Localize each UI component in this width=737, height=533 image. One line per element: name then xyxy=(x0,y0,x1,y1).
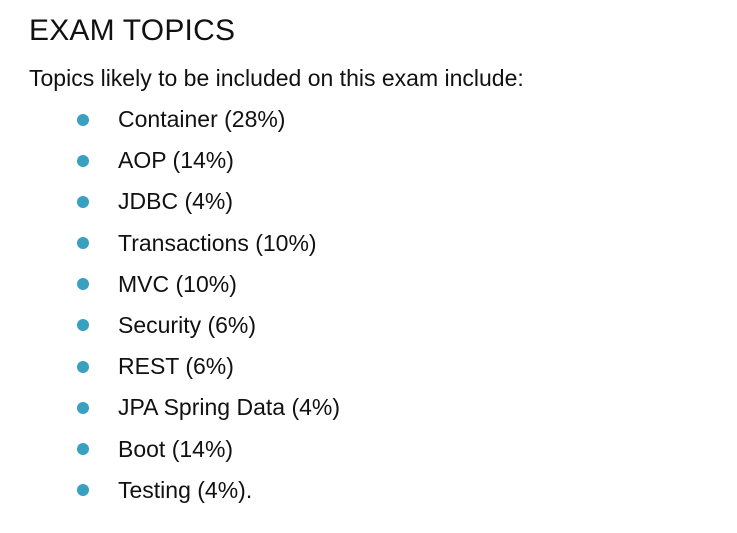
topic-label: JPA Spring Data (4%) xyxy=(118,394,341,421)
bullet-icon xyxy=(77,113,89,126)
topic-label: Boot (14%) xyxy=(118,435,234,462)
exam-topics-page: EXAM TOPICS Topics likely to be included… xyxy=(0,0,737,533)
topic-label: MVC (10%) xyxy=(118,270,237,297)
bullet-icon xyxy=(77,484,89,497)
bullet-icon xyxy=(77,195,89,208)
bullet-icon xyxy=(77,237,89,250)
bullet-icon xyxy=(77,401,89,414)
page-title: EXAM TOPICS xyxy=(29,14,236,47)
list-item: REST (6%) xyxy=(0,351,737,392)
bullet-icon xyxy=(77,154,89,167)
topic-label: Transactions (10%) xyxy=(118,229,317,256)
topic-label: REST (6%) xyxy=(118,353,234,380)
list-item: JDBC (4%) xyxy=(0,186,737,227)
list-item: Boot (14%) xyxy=(0,434,737,475)
topic-label: Security (6%) xyxy=(118,311,257,338)
list-item: Security (6%) xyxy=(0,310,737,351)
list-item: Transactions (10%) xyxy=(0,228,737,269)
bullet-icon xyxy=(77,443,89,455)
list-item: Container (28%) xyxy=(0,104,737,145)
list-item: JPA Spring Data (4%) xyxy=(0,392,737,433)
topic-label: AOP (14%) xyxy=(118,147,234,174)
bullet-icon xyxy=(77,360,89,373)
bullet-icon xyxy=(77,319,89,332)
list-item: MVC (10%) xyxy=(0,269,737,310)
intro-text: Topics likely to be included on this exa… xyxy=(29,65,524,91)
list-item: Testing (4%). xyxy=(0,475,737,516)
topic-label: JDBC (4%) xyxy=(118,188,234,215)
bullet-icon xyxy=(77,278,89,291)
topic-list: Container (28%) AOP (14%) JDBC (4%) Tran… xyxy=(0,104,737,516)
topic-label: Container (28%) xyxy=(118,106,286,132)
topic-label: Testing (4%). xyxy=(118,476,253,503)
list-item: AOP (14%) xyxy=(0,145,737,186)
